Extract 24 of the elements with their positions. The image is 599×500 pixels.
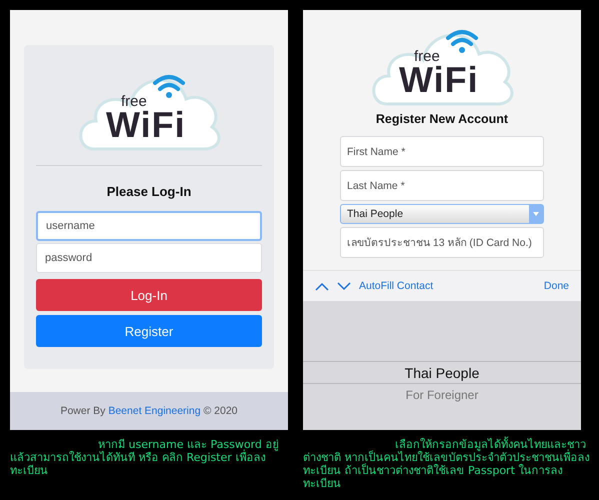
autofill-button[interactable]: AutoFill Contact	[359, 280, 434, 292]
select-value: Thai People	[347, 208, 404, 220]
login-title: Please Log-In	[106, 184, 192, 199]
caret-icon	[533, 212, 539, 216]
wifi-icon	[445, 28, 479, 54]
caption-text: หากมี username และ Password อยู่แล้วสามารถใช้งานได้ทันที หรือ คลิก Register เพื่อลงทะเบียน	[10, 438, 280, 477]
register-title: Register New Account	[376, 112, 508, 126]
done-button[interactable]: Done	[544, 280, 569, 292]
chevron-down-icon[interactable]	[337, 282, 351, 290]
caption-text: เลือกให้กรอกข้อมูลได้ทั้งคนไทยและชาวต่างชาติ หากเป็นคนไทยใช้เลขบัตรประจำตัวประชาชนเพื่อลงทะเบียน ถ้าเป็นชาวต่างชาติใช้เลข Passport ในการลงทะเบียน	[303, 438, 590, 490]
text-field[interactable]: Last Name *	[340, 170, 544, 201]
register-button[interactable]: Register	[36, 315, 262, 347]
picker-option[interactable]: Thai People	[303, 361, 581, 384]
footer-text: Power By Beenet Engineering © 2020	[60, 405, 238, 417]
nationality-select[interactable]: Thai People	[340, 204, 544, 224]
company-link[interactable]: Beenet Engineering	[108, 405, 201, 417]
password-field[interactable]: password	[36, 243, 262, 273]
text-field[interactable]: เลขบัตรประชาชน 13 หลัก (ID Card No.)	[340, 227, 544, 258]
login-button[interactable]: Log-In	[36, 279, 262, 311]
chevron-up-icon[interactable]	[315, 282, 329, 290]
username-field[interactable]: username	[36, 211, 262, 241]
picker-option[interactable]: For Foreigner	[303, 384, 581, 407]
wifi-icon	[152, 73, 186, 99]
text-field[interactable]: First Name *	[340, 136, 544, 167]
